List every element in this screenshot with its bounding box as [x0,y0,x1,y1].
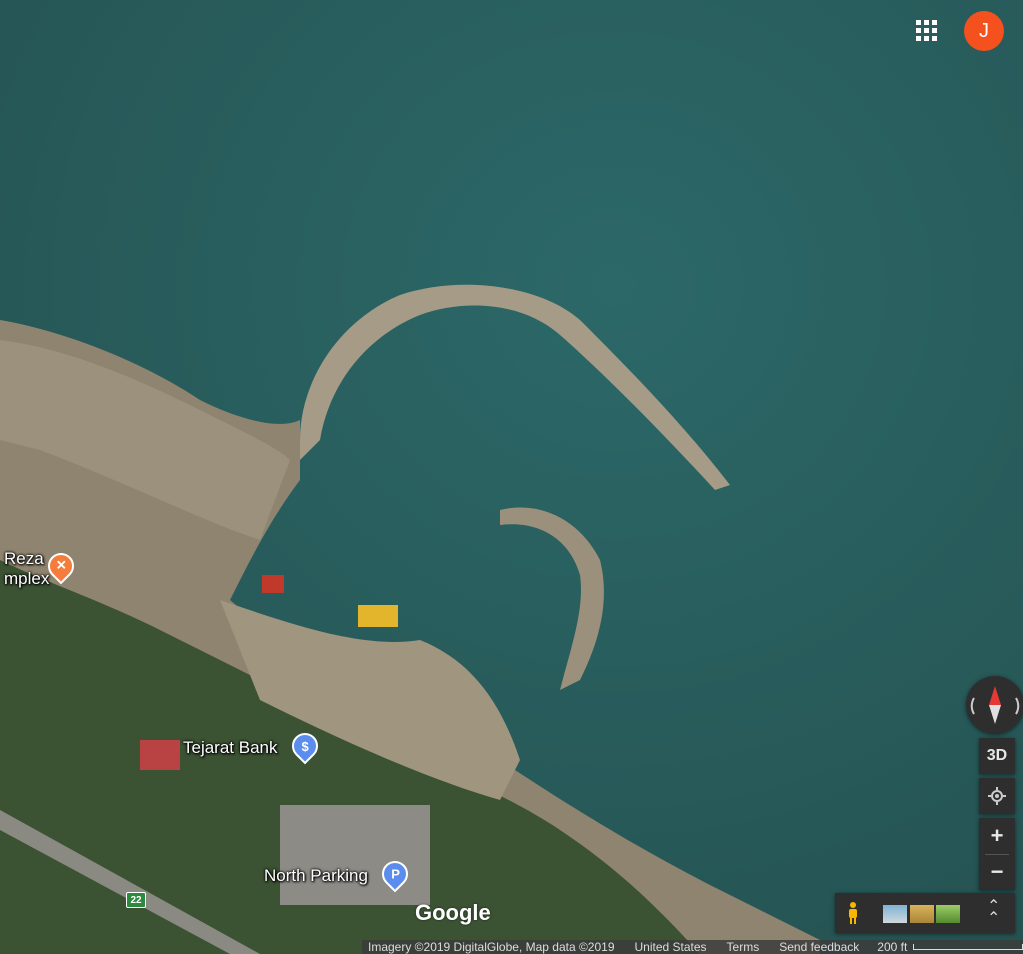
place-label-north-parking[interactable]: North Parking [264,866,368,886]
layers-tray: ⌃ ⌃ [835,893,1015,933]
red-roof-building [140,740,180,770]
country-link[interactable]: United States [635,940,707,954]
attribution-bar: Imagery ©2019 DigitalGlobe, Map data ©20… [362,940,1023,954]
zoom-out-button[interactable]: − [979,854,1015,890]
imagery-thumbnail[interactable] [910,905,934,923]
google-logo: Google [415,900,491,925]
place-label-reza[interactable]: Reza mplex [4,549,49,589]
terms-link[interactable]: Terms [727,940,760,954]
compass-icon[interactable] [966,676,1023,734]
parking-lot [280,805,430,905]
pegman-icon[interactable] [847,901,859,925]
imagery-thumbnail[interactable] [936,905,960,923]
route-shield-22: 22 [126,892,146,908]
yellow-building [358,605,398,627]
scale-label[interactable]: 200 ft [877,940,907,954]
imagery-thumbnail[interactable] [883,905,907,923]
zoom-controls: + − [979,818,1015,890]
apps-grid-icon[interactable] [916,20,938,42]
scale-bar [913,944,1023,950]
satellite-map[interactable] [0,0,1023,954]
place-label-tejarat-bank[interactable]: Tejarat Bank [183,738,278,758]
zoom-in-button[interactable]: + [979,818,1015,854]
chevron-up-icon[interactable]: ⌃ ⌃ [987,899,1000,927]
account-avatar[interactable]: J [964,11,1004,51]
place-label-line: mplex [4,569,50,588]
my-location-icon[interactable] [979,778,1015,814]
red-building [262,575,284,593]
send-feedback-link[interactable]: Send feedback [779,940,859,954]
tilt-3d-button[interactable]: 3D [979,738,1015,774]
imagery-credit: Imagery ©2019 DigitalGlobe, Map data ©20… [368,940,615,954]
place-label-line: Reza [4,549,44,568]
avatar-letter: J [979,19,989,42]
